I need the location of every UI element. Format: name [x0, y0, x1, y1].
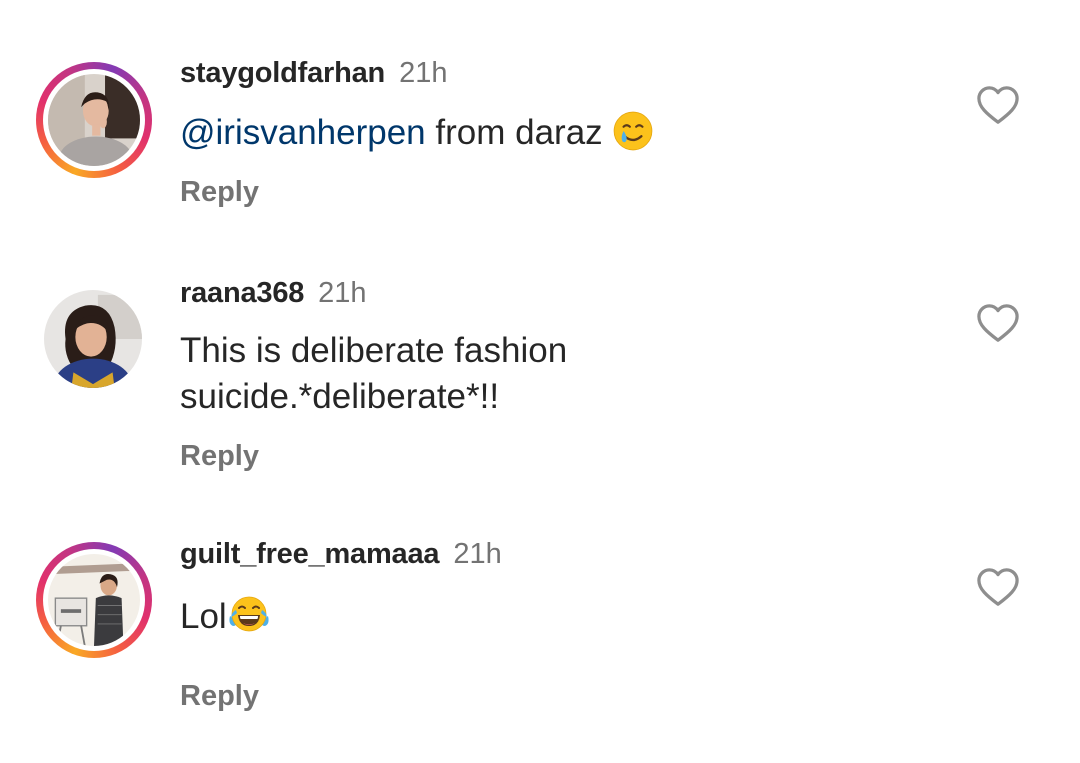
avatar-photo — [48, 554, 140, 646]
comment-text: Lol — [180, 592, 880, 640]
avatar[interactable] — [36, 542, 152, 658]
comment-body: Lol — [180, 597, 227, 636]
timestamp: 21h — [453, 538, 502, 570]
face-with-tears-of-joy-icon — [227, 592, 271, 636]
like-heart-icon[interactable] — [975, 566, 1021, 608]
username[interactable]: guilt_free_mamaaa — [180, 538, 440, 570]
comment-meta: guilt_free_mamaaa 21h — [180, 537, 502, 571]
reply-button[interactable]: Reply — [180, 679, 259, 713]
comment-item: guilt_free_mamaaa 21h Lol Reply — [0, 0, 1080, 763]
